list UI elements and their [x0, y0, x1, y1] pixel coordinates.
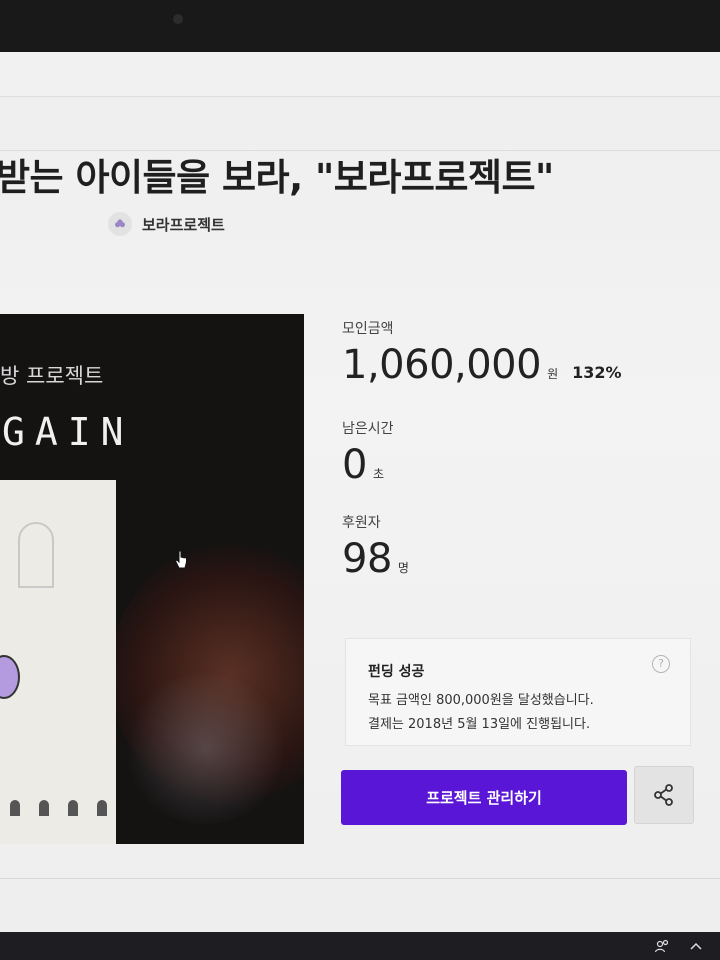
creator-name: 보라프로젝트 [142, 215, 225, 234]
backers-label: 후원자 [342, 515, 381, 531]
notice-goal-text: 목표 금액인 800,000원을 달성했습니다. [368, 693, 594, 708]
notice-title: 펀딩 성공 [368, 664, 425, 680]
notice-payment-text: 결제는 2018년 5월 13일에 진행됩니다. [368, 717, 591, 732]
time-unit: 초 [372, 467, 384, 481]
raised-label: 모인금액 [342, 321, 394, 337]
raised-unit: 원 [547, 367, 559, 381]
windows-taskbar [0, 932, 720, 960]
project-media[interactable]: 방 프로젝트 GAIN [0, 314, 304, 844]
browser-viewport: 받는 아이들을 보라, "보라프로젝트" 보라프로젝트 방 프로젝트 GAIN … [0, 52, 720, 942]
media-headline: GAIN [2, 410, 134, 454]
backers-unit: 명 [397, 561, 409, 575]
time-value: 0 [342, 442, 367, 488]
footer-divider [0, 878, 720, 879]
raised-value: 1,060,000 [342, 342, 542, 388]
chevron-up-icon[interactable] [688, 938, 704, 954]
manage-project-button[interactable]: 프로젝트 관리하기 [341, 770, 627, 825]
time-label: 남은시간 [342, 421, 394, 437]
flower-icon [115, 219, 125, 228]
webcam [173, 14, 183, 24]
site-header [0, 52, 720, 97]
backers-value: 98 [342, 536, 392, 582]
poster-window [18, 522, 54, 588]
media-poster [0, 480, 116, 844]
creator-avatar [108, 212, 132, 236]
question-icon[interactable]: ? [652, 655, 670, 673]
project-title: 받는 아이들을 보라, "보라프로젝트" [0, 156, 554, 199]
hand-cursor-icon [174, 550, 187, 569]
raised-percent: 132% [572, 363, 622, 382]
creator-link[interactable]: 보라프로젝트 [108, 212, 225, 236]
share-icon [654, 784, 673, 806]
people-icon[interactable] [654, 938, 670, 954]
funding-success-notice: 펀딩 성공 ? 목표 금액인 800,000원을 달성했습니다. 결제는 201… [345, 638, 691, 746]
media-subtitle: 방 프로젝트 [0, 364, 104, 388]
poster-doors [0, 800, 116, 816]
poster-circle [0, 655, 20, 699]
raised-stat: 모인금액 1,060,000 원 132% [342, 318, 622, 388]
backers-stat: 후원자 98 명 [342, 512, 409, 582]
share-button[interactable] [634, 766, 694, 824]
media-background-daisy [120, 674, 290, 824]
time-stat: 남은시간 0 초 [342, 418, 394, 488]
